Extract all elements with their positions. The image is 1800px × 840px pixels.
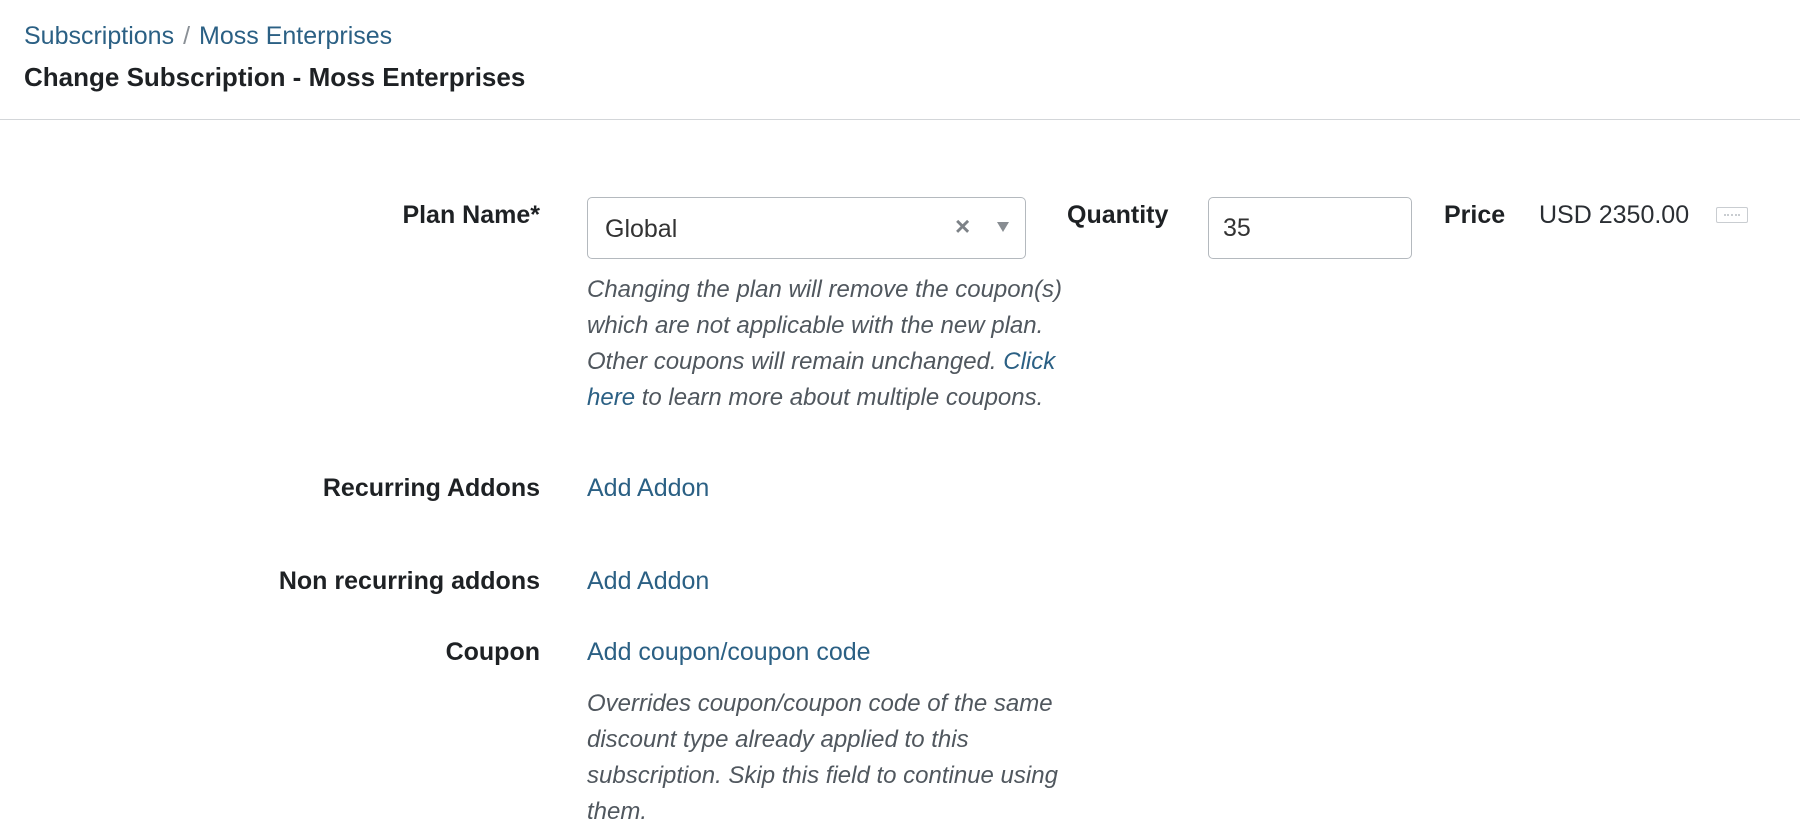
breadcrumb-subscriptions[interactable]: Subscriptions: [24, 22, 174, 50]
price-label: Price: [1444, 201, 1506, 229]
breadcrumb-customer[interactable]: Moss Enterprises: [199, 22, 392, 50]
plan-help-text-before: Changing the plan will remove the coupon…: [587, 276, 1062, 375]
coupon-help-text: Overrides coupon/coupon code of the same…: [587, 690, 1058, 825]
plan-help-text-after: to learn more about multiple coupons.: [635, 384, 1044, 411]
add-recurring-addon-link[interactable]: Add Addon: [587, 474, 709, 503]
page-header: Subscriptions / Moss Enterprises Change Su…: [0, 0, 1800, 120]
add-non-recurring-addon-link[interactable]: Add Addon: [587, 567, 709, 596]
page-title: Change Subscription - Moss Enterprises: [24, 62, 526, 92]
add-coupon-link[interactable]: Add coupon/coupon code: [587, 638, 871, 667]
non-recurring-addons-label: Non recurring addons: [278, 567, 540, 595]
breadcrumb: Subscriptions / Moss Enterprises: [24, 22, 392, 51]
coupon-label: Coupon: [445, 638, 540, 666]
plan-help-text: Changing the plan will remove the coupon…: [587, 272, 1107, 416]
price-value: USD 2350.00: [1539, 201, 1690, 229]
plan-name-label: Plan Name*: [402, 201, 540, 229]
ellipsis-icon[interactable]: [1716, 207, 1748, 223]
chevron-down-icon[interactable]: [997, 222, 1009, 232]
plan-select[interactable]: Global ×: [587, 197, 1026, 259]
plan-select-value: Global: [605, 215, 678, 243]
quantity-label: Quantity: [1067, 201, 1169, 229]
breadcrumb-separator: /: [183, 22, 191, 50]
recurring-addons-label: Recurring Addons: [322, 474, 540, 502]
close-icon[interactable]: ×: [955, 211, 970, 242]
quantity-input[interactable]: [1208, 197, 1412, 259]
